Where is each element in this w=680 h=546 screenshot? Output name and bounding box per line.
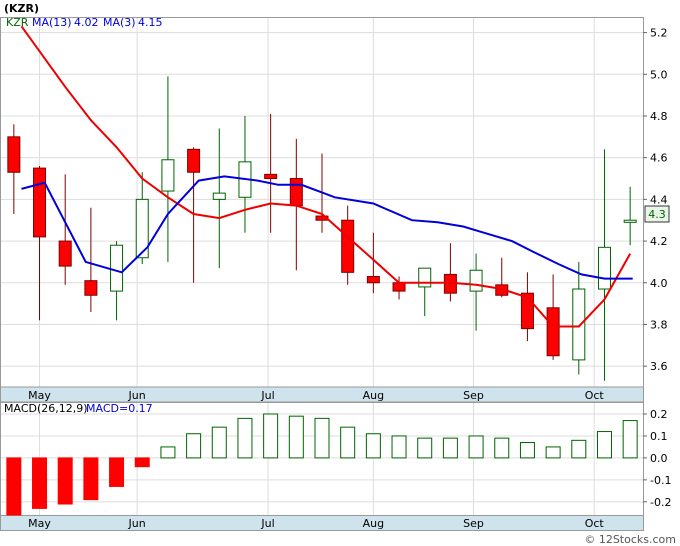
- candle-body: [469, 269, 483, 292]
- price-y-tick-label: 4.2: [650, 235, 668, 248]
- macd-legend-value: MACD=0.17: [86, 402, 153, 415]
- legend-ma13-value: 4.02: [74, 16, 99, 29]
- last-price-label: 4.3: [648, 208, 666, 221]
- ticker-title: (KZR): [4, 2, 39, 15]
- chart-root: (KZR) 3.6 3.8 4.0 4.2 4.4 4.6 4.8 5.0 5.2 May Jun…: [0, 0, 680, 546]
- price-y-tick-label: 4.6: [650, 152, 668, 165]
- macd-bar: [442, 437, 458, 459]
- macd-bar: [519, 442, 535, 459]
- legend-symbol: KZR: [6, 16, 29, 29]
- macd-x-tick-label: Aug: [363, 517, 384, 530]
- macd-bar: [494, 437, 510, 459]
- macd-bar: [186, 433, 202, 459]
- macd-legend-label: MACD(26,12,9): [4, 402, 88, 415]
- macd-bar: [468, 435, 484, 459]
- price-y-tick-label: 4.4: [650, 193, 668, 206]
- price-y-tick-label: 3.6: [650, 360, 668, 373]
- candle-body: [572, 288, 586, 361]
- macd-bar: [571, 439, 587, 459]
- macd-x-tick-label: Sep: [463, 517, 484, 530]
- price-y-tick-label: 4.0: [650, 277, 668, 290]
- candle-body: [546, 307, 560, 357]
- price-x-tick-label: Jul: [260, 389, 274, 402]
- candle-body: [366, 276, 380, 284]
- stock-chart: (KZR) 3.6 3.8 4.0 4.2 4.4 4.6 4.8 5.0 5.2 May Jun…: [0, 0, 680, 546]
- candle-body: [110, 244, 124, 292]
- macd-bar: [237, 417, 253, 459]
- macd-bar: [83, 457, 99, 501]
- macd-x-axis-bar: [0, 515, 644, 531]
- macd-bar: [263, 413, 279, 459]
- macd-legend: MACD(26,12,9) MACD=0.17: [4, 402, 153, 415]
- macd-y-tick-label: 0.0: [650, 452, 668, 465]
- price-y-tick-label: 3.8: [650, 318, 668, 331]
- macd-bar: [211, 426, 227, 459]
- candle-body: [33, 167, 47, 238]
- macd-bar: [109, 457, 125, 487]
- macd-bar: [340, 426, 356, 459]
- price-x-axis-bar: [0, 386, 644, 403]
- candle-body: [84, 280, 98, 296]
- price-x-tick-label: Oct: [585, 389, 605, 402]
- price-x-tick-label: Aug: [363, 389, 384, 402]
- macd-bar: [6, 457, 22, 516]
- candle-body: [7, 136, 21, 173]
- price-x-tick-label: Jun: [128, 389, 146, 402]
- macd-bar: [134, 457, 150, 468]
- macd-bar: [391, 435, 407, 459]
- candle-body: [392, 282, 406, 292]
- macd-x-tick-label: Jun: [128, 517, 146, 530]
- macd-y-tick-label: -0.2: [650, 496, 671, 509]
- candle-body: [212, 192, 226, 200]
- candle-body: [623, 219, 637, 223]
- macd-y-tick-label: -0.1: [650, 474, 671, 487]
- legend-ma3-value: 4.15: [138, 16, 163, 29]
- legend-ma13-label: MA(13): [32, 16, 72, 29]
- macd-y-tick-label: 0.1: [650, 430, 668, 443]
- price-x-tick-label: May: [28, 389, 51, 402]
- candle-body: [187, 148, 201, 173]
- macd-x-tick-label: Jul: [260, 517, 274, 530]
- macd-y-tick-label: 0.2: [650, 408, 668, 421]
- macd-bar: [57, 457, 73, 505]
- macd-bar: [417, 437, 433, 459]
- macd-bar: [32, 457, 48, 509]
- candle-body: [418, 267, 432, 288]
- macd-bar: [288, 415, 304, 459]
- macd-x-tick-label: May: [28, 517, 51, 530]
- price-y-tick-label: 5.2: [650, 27, 668, 40]
- macd-bar: [160, 446, 176, 459]
- candle-body: [161, 159, 175, 192]
- macd-bar: [622, 420, 638, 459]
- macd-bar: [545, 446, 561, 459]
- macd-bar: [596, 431, 612, 459]
- price-y-tick-label: 5.0: [650, 68, 668, 81]
- candle-body: [289, 178, 303, 207]
- watermark: © 12Stocks.com: [584, 533, 676, 546]
- macd-bar: [314, 417, 330, 459]
- candle-body: [58, 240, 72, 267]
- legend-ma3-label: MA(3): [103, 16, 136, 29]
- candle-body: [597, 246, 611, 290]
- candle-body: [264, 173, 278, 180]
- macd-x-tick-label: Oct: [585, 517, 605, 530]
- candle-body: [341, 219, 355, 273]
- price-x-tick-label: Sep: [463, 389, 484, 402]
- price-y-tick-label: 4.8: [650, 110, 668, 123]
- macd-bar: [365, 433, 381, 459]
